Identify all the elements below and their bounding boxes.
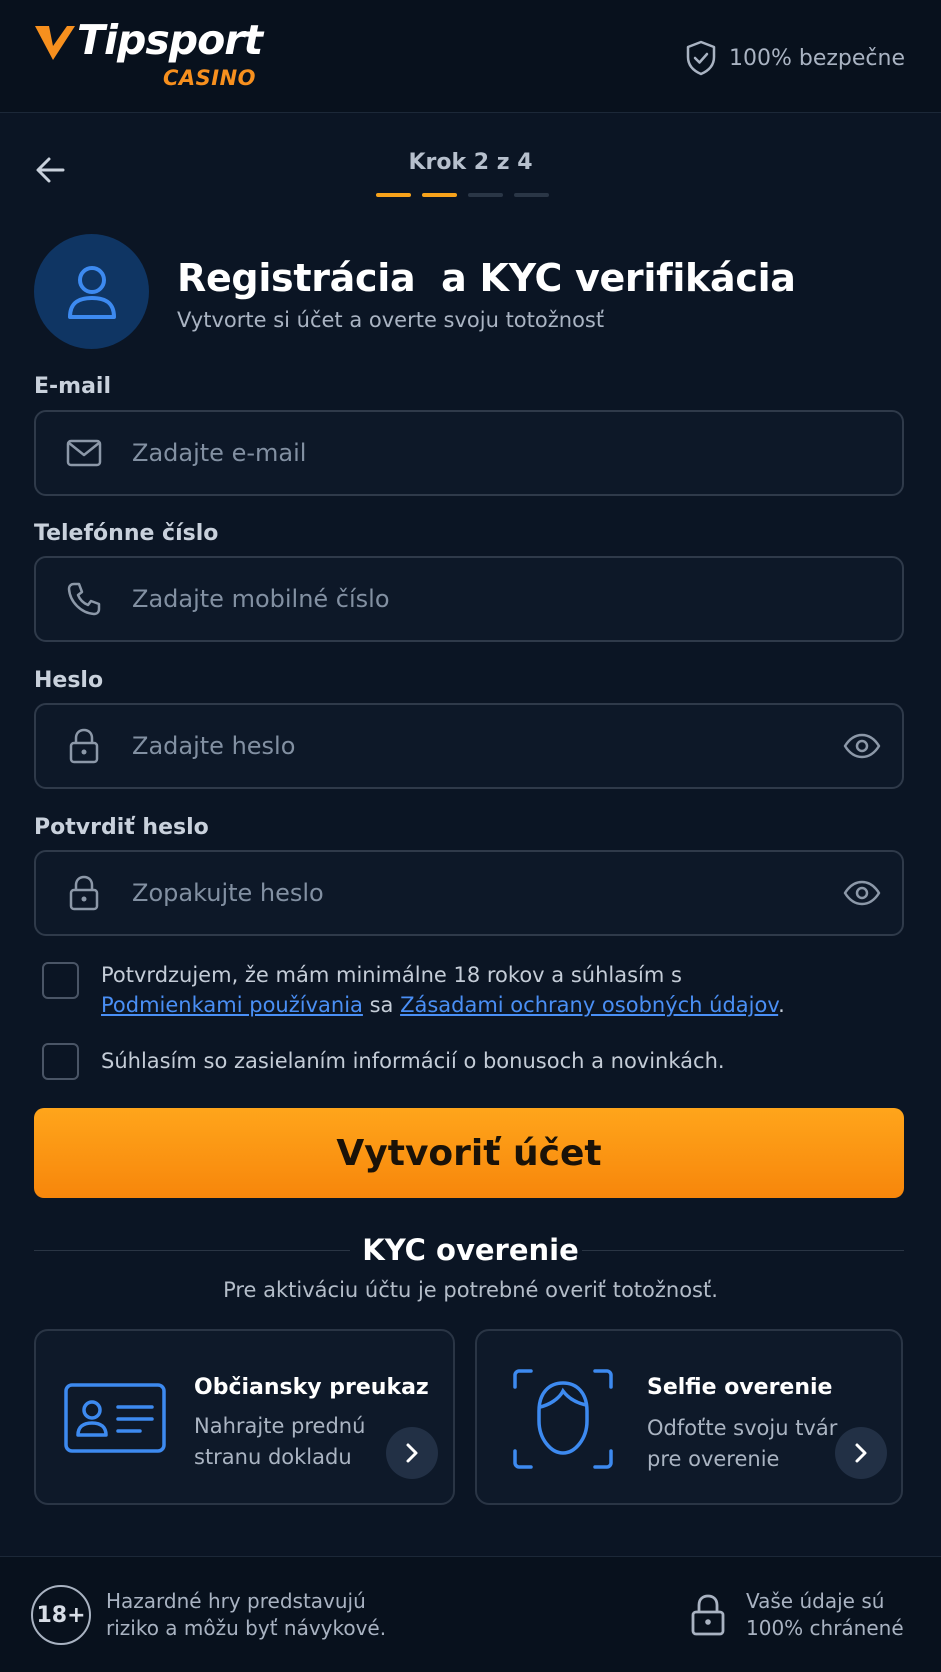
- face-scan-icon: [513, 1369, 613, 1469]
- selfie-card-desc-line2: pre overenie: [647, 1447, 780, 1471]
- secure-text: 100% bezpečne: [728, 45, 905, 71]
- age-restriction-badge: 18+: [31, 1585, 91, 1645]
- phone-icon: [67, 582, 101, 616]
- logo-subtext: CASINO: [163, 66, 257, 90]
- step-bar-1: [376, 193, 411, 197]
- lock-icon: [69, 728, 99, 764]
- kyc-section-title: KYC overenie: [362, 1233, 579, 1267]
- lock-icon: [69, 875, 99, 911]
- id-card-desc-line1: Nahrajte prednú: [194, 1414, 366, 1438]
- confirm-password-input[interactable]: [132, 852, 822, 934]
- email-field[interactable]: [34, 410, 904, 496]
- consent-period: .: [778, 993, 785, 1017]
- mail-icon: [66, 439, 102, 467]
- footer: 18+ Hazardné hry predstavujú riziko a mô…: [0, 1556, 941, 1672]
- step-progress-bar: [376, 193, 549, 197]
- shield-check-icon: [686, 40, 716, 76]
- age-consent-text: Potvrdzujem, že mám minimálne 18 rokov a…: [101, 960, 785, 1020]
- age-consent-label: Potvrdzujem, že mám minimálne 18 rokov a…: [101, 963, 682, 987]
- selfie-card-title: Selfie overenie: [647, 1375, 833, 1400]
- eye-icon: [843, 880, 881, 906]
- eye-icon: [843, 733, 881, 759]
- step-bar-4: [514, 193, 549, 197]
- gambling-warning-line1: Hazardné hry predstavujú: [106, 1589, 366, 1613]
- page-title: Registrácia a KYC verifikácia: [177, 256, 796, 300]
- lock-icon: [691, 1594, 725, 1636]
- tipsport-logo[interactable]: Tipsport CASINO: [35, 20, 265, 95]
- logo-text: Tipsport: [77, 16, 263, 64]
- password-field[interactable]: [34, 703, 904, 789]
- selfie-card-desc-line1: Odfoťte svoju tvár: [647, 1416, 838, 1440]
- selfie-card-open-button[interactable]: [835, 1427, 887, 1479]
- chevron-right-icon: [855, 1443, 867, 1463]
- age-consent-checkbox[interactable]: [42, 962, 79, 999]
- phone-label: Telefónne číslo: [34, 521, 219, 546]
- confirm-password-label: Potvrdiť heslo: [34, 815, 209, 840]
- create-account-button[interactable]: Vytvoriť účet: [34, 1108, 904, 1198]
- step-bar-3: [468, 193, 503, 197]
- confirm-password-field[interactable]: [34, 850, 904, 936]
- terms-link[interactable]: Podmienkami používania: [101, 993, 363, 1017]
- phone-field[interactable]: [34, 556, 904, 642]
- page-subtitle: Vytvorte si účet a overte svoju totožnos…: [177, 308, 605, 332]
- data-protection-note: Vaše údaje sú 100% chránené: [746, 1588, 904, 1642]
- id-card-desc-line2: stranu dokladu: [194, 1445, 352, 1469]
- secure-indicator: 100% bezpečne: [685, 40, 905, 76]
- id-card-icon: [64, 1383, 166, 1453]
- selfie-verification-card[interactable]: Selfie overenie Odfoťte svoju tvár pre o…: [475, 1329, 903, 1505]
- consent-conjunction: sa: [362, 993, 401, 1017]
- gambling-warning-line2: riziko a môžu byť návykové.: [106, 1616, 387, 1640]
- password-input[interactable]: [132, 705, 822, 787]
- privacy-link[interactable]: Zásadami ochrany osobných údajov: [400, 993, 778, 1017]
- marketing-consent-row: Súhlasím so zasielaním informácií o bonu…: [42, 1043, 725, 1080]
- show-confirm-password-toggle[interactable]: [822, 880, 902, 906]
- header: Tipsport CASINO 100% bezpečne: [0, 0, 941, 113]
- step-indicator: Krok 2 z 4: [408, 150, 533, 175]
- selfie-card-description: Odfoťte svoju tvár pre overenie: [647, 1413, 837, 1475]
- id-card-title: Občiansky preukaz: [194, 1375, 429, 1400]
- step-bar-2: [422, 193, 457, 197]
- marketing-consent-text: Súhlasím so zasielaním informácií o bonu…: [101, 1049, 725, 1073]
- email-input[interactable]: [132, 412, 902, 494]
- logo-check-icon: [35, 26, 75, 60]
- age-consent-row: Potvrdzujem, že mám minimálne 18 rokov a…: [42, 962, 785, 1020]
- user-icon: [67, 265, 116, 319]
- id-card-open-button[interactable]: [386, 1427, 438, 1479]
- gambling-warning: Hazardné hry predstavujú riziko a môžu b…: [106, 1588, 386, 1642]
- marketing-consent-checkbox[interactable]: [42, 1043, 79, 1080]
- chevron-right-icon: [406, 1443, 418, 1463]
- id-card-verification-card[interactable]: Občiansky preukaz Nahrajte prednú stranu…: [34, 1329, 455, 1505]
- kyc-section-subtitle: Pre aktiváciu účtu je potrebné overiť to…: [223, 1278, 718, 1302]
- show-password-toggle[interactable]: [822, 733, 902, 759]
- email-label: E-mail: [34, 374, 112, 399]
- data-protection-line1: Vaše údaje sú: [746, 1589, 885, 1613]
- id-card-description: Nahrajte prednú stranu dokladu: [194, 1411, 365, 1473]
- avatar: [34, 234, 149, 349]
- phone-input[interactable]: [132, 558, 902, 640]
- data-protection-line2: 100% chránené: [746, 1616, 904, 1640]
- password-label: Heslo: [34, 668, 104, 693]
